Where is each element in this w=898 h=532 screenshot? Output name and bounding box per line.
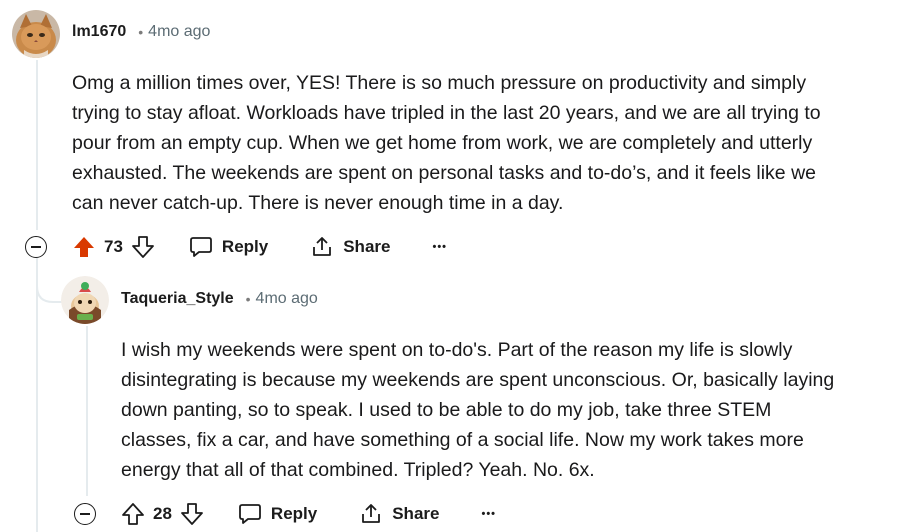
comment-body-line: Omg a million times over, YES! There is … [72, 72, 807, 94]
reply-label: Reply [221, 237, 269, 256]
vote-score: 28 [153, 504, 172, 523]
cat-avatar-icon [12, 10, 60, 58]
comment-action-bar: 28 Reply Share ••• [121, 497, 496, 531]
share-icon [362, 504, 381, 523]
collapse-thread-button[interactable] [74, 503, 96, 525]
comment-meta: Taqueria_Style • 4mo ago [121, 290, 318, 308]
downvote-button[interactable] [131, 235, 155, 259]
comment-body-line: disintegrating is because my weekends ar… [121, 369, 835, 391]
reply-button[interactable]: Reply [238, 503, 317, 525]
share-icon [313, 237, 332, 256]
speech-bubble-icon [239, 504, 261, 524]
comment-body-line: can never catch-up. There is never enoug… [72, 192, 564, 214]
separator-dot: • [138, 24, 144, 40]
more-options-button[interactable]: ••• [481, 509, 496, 520]
comment-body-line: trying to stay afloat. Workloads have tr… [72, 102, 821, 124]
thread-line-root[interactable] [36, 60, 38, 230]
speech-bubble-icon [190, 237, 212, 257]
timestamp[interactable]: 4mo ago [256, 290, 318, 308]
comment-body: I wish my weekends were spent on to-do's… [121, 335, 834, 485]
username[interactable]: Taqueria_Style [121, 290, 234, 308]
arrow-down-icon [181, 503, 203, 525]
comment-body-line: energy that all of that combined. Triple… [121, 459, 595, 481]
separator-dot: • [245, 291, 251, 307]
avatar[interactable] [12, 10, 60, 58]
arrow-up-icon [122, 503, 144, 525]
comment-body-line: I wish my weekends were spent on to-do's… [121, 339, 793, 361]
vote-group: 73 [72, 235, 155, 259]
avatar[interactable] [61, 276, 109, 324]
share-label: Share [343, 237, 391, 256]
upvote-button[interactable] [72, 235, 96, 259]
comment-action-bar: 73 Reply Share ••• [72, 230, 447, 264]
share-button[interactable]: Share [359, 502, 439, 526]
comment-body-line: down panting, so to speak. I used to be … [121, 399, 772, 421]
share-label: Share [392, 504, 440, 523]
comment-meta: lm1670 • 4mo ago [72, 23, 210, 41]
username[interactable]: lm1670 [72, 23, 126, 41]
arrow-down-icon [132, 236, 154, 258]
comment-body: Omg a million times over, YES! There is … [72, 68, 821, 218]
arrow-up-icon [74, 237, 94, 257]
collapse-thread-button[interactable] [25, 236, 47, 258]
comment-body-line: exhausted. The weekends are spent on per… [72, 162, 816, 184]
thread-line-reply[interactable] [86, 326, 88, 496]
more-options-button[interactable]: ••• [432, 242, 447, 253]
comment-body-line: classes, fix a car, and have something o… [121, 429, 804, 451]
snoo-avatar-icon [61, 276, 109, 324]
comment-body-line: pour from an empty cup. When we get home… [72, 132, 813, 154]
reply-button[interactable]: Reply [189, 236, 268, 258]
reply-label: Reply [270, 504, 318, 523]
timestamp[interactable]: 4mo ago [148, 23, 210, 41]
upvote-button[interactable] [121, 502, 145, 526]
share-button[interactable]: Share [310, 235, 390, 259]
downvote-button[interactable] [180, 502, 204, 526]
vote-score: 73 [104, 237, 123, 256]
vote-group: 28 [121, 502, 204, 526]
